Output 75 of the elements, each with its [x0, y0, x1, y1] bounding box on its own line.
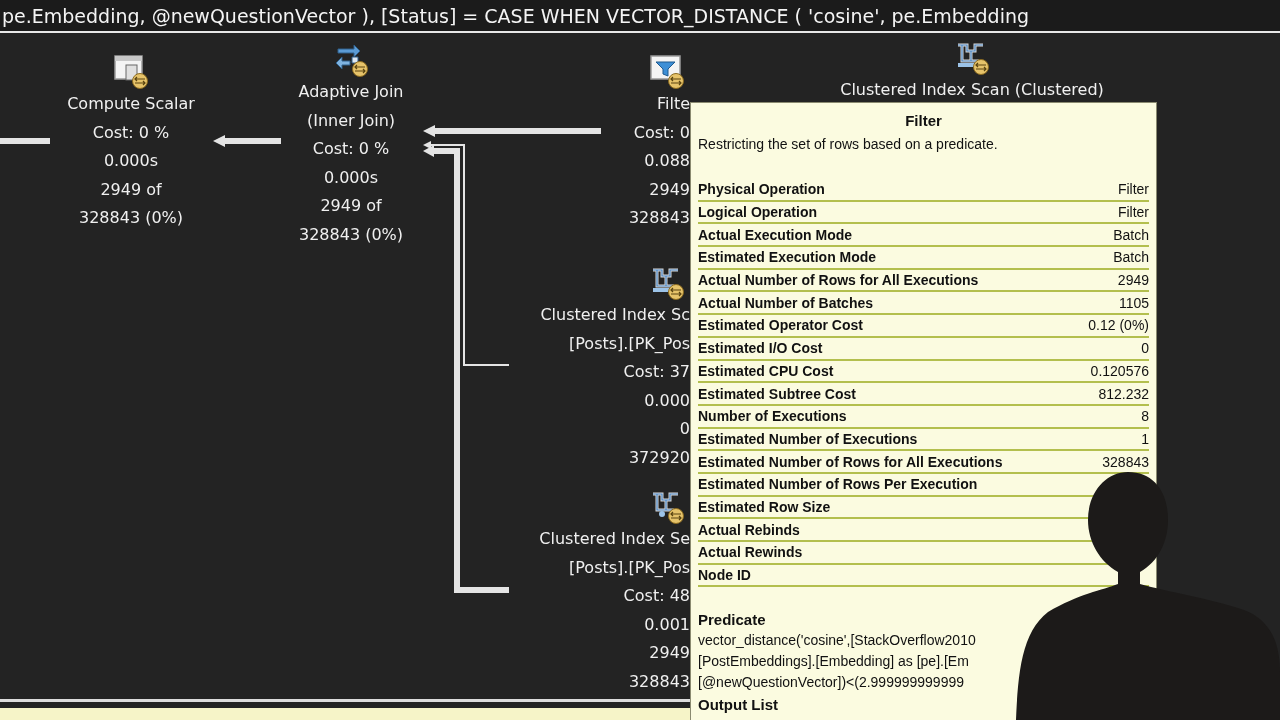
section-heading: Predicate	[698, 610, 766, 631]
plan-node-text: 328843	[628, 207, 690, 229]
plan-node-text: 0	[679, 418, 690, 440]
plan-node-text: 0.000	[644, 389, 690, 412]
connector-arrow	[213, 134, 281, 148]
plan-node-text: Clustered Index Se	[539, 528, 690, 550]
plan-node-text: Cost: 0	[633, 121, 690, 144]
predicate-text: vector_distance('cosine',[StackOverflow2010	[698, 631, 976, 651]
property-label: Actual Number of Batches	[698, 294, 874, 311]
property-value: 0.120576	[1090, 362, 1149, 379]
property-label: Physical Operation	[698, 181, 825, 198]
plan-node-text: Clustered Index Scan (Clustered)	[840, 79, 1104, 101]
join-arrows-icon	[334, 43, 368, 77]
plan-node-text: Compute Scalar	[67, 93, 195, 115]
plan-node-text: 0.088	[644, 150, 690, 172]
plan-node-text: (Inner Join)	[306, 109, 396, 132]
property-label: Actual Execution Mode	[698, 226, 853, 243]
property-label: Estimated Subtree Cost	[698, 385, 856, 402]
property-label: Actual Number of Rows for All Executions	[698, 272, 979, 289]
property-label: Estimated Execution Mode	[698, 249, 877, 266]
plan-node-text: 0.001	[644, 613, 690, 636]
property-label: Number of Executions	[698, 408, 847, 425]
property-value: 8	[1141, 408, 1149, 425]
query-text: pe.Embedding, @newQuestionVector ), [Status] = CASE WHEN VECTOR_DISTANCE ( 'cosine', pe.Embedding	[1, 4, 1030, 27]
plan-node-text: Cost: 0 %	[92, 121, 170, 144]
plan-node-text: 0.000s	[323, 166, 379, 189]
property-value: 0.12 (0%)	[1088, 317, 1149, 334]
plan-node-text: 2949	[649, 178, 690, 201]
property-label: Actual Rebinds	[698, 521, 800, 538]
plan-node-text: 2949	[649, 642, 690, 664]
funnel-icon	[650, 55, 684, 89]
property-value: 328843	[1102, 453, 1149, 470]
plan-node-text: 372920	[628, 446, 690, 469]
property-value: Filter	[1117, 181, 1149, 198]
property-label: Estimated Row Size	[698, 498, 831, 515]
tooltip-description: Restricting the set of rows based on a predicate.	[698, 135, 998, 154]
plan-node-text: [Posts].[PK_Pos	[569, 556, 690, 579]
property-label: Estimated Number of Rows Per Execution	[698, 476, 978, 493]
plan-node-text: Cost: 37	[623, 361, 690, 383]
property-label: Logical Operation	[698, 204, 817, 221]
property-value: Batch	[1113, 226, 1149, 243]
tooltip-title: Filter	[905, 111, 942, 131]
plan-node-text: 328843 (0%)	[299, 223, 403, 246]
plan-node-text: Clustered Index Sc	[540, 304, 690, 326]
property-value: 2949	[1117, 272, 1149, 289]
plan-node-text: Cost: 0 %	[312, 138, 390, 160]
property-label: Estimated Operator Cost	[698, 317, 863, 334]
plan-node-text: Cost: 48	[623, 585, 690, 607]
index-tree-icon	[650, 490, 684, 524]
property-value: 812.232	[1098, 385, 1149, 402]
plan-node-text: Adaptive Join	[298, 81, 404, 103]
predicate-text: [@newQuestionVector])<(2.999999999999	[698, 673, 964, 693]
plan-node-text: 328843 (0%)	[79, 207, 183, 229]
plan-node-text: 2949 of	[320, 195, 382, 217]
index-tree-icon	[955, 41, 989, 75]
property-value: 1105	[1118, 294, 1149, 311]
property-value: 0	[1141, 340, 1149, 357]
property-label: Estimated Number of Rows for All Executions	[698, 453, 1003, 470]
property-label: Node ID	[698, 567, 751, 584]
index-tree-icon	[650, 266, 684, 300]
property-label: Estimated I/O Cost	[698, 340, 823, 357]
calculator-window-icon	[114, 55, 148, 89]
property-value: Batch	[1113, 249, 1149, 266]
plan-node-text: 328843	[628, 670, 690, 693]
plan-node-text: Filte	[656, 93, 690, 115]
property-label: Actual Rewinds	[698, 544, 803, 561]
plan-node-text: [Posts].[PK_Pos	[569, 332, 690, 355]
plan-node-text: 0.000s	[103, 150, 159, 172]
section-heading: Output List	[698, 695, 778, 716]
property-label: Estimated CPU Cost	[698, 362, 834, 379]
property-value: 1	[1141, 430, 1149, 447]
property-value: Filter	[1117, 204, 1149, 221]
property-label: Estimated Number of Executions	[698, 430, 918, 447]
plan-node-text: 2949 of	[100, 178, 162, 201]
predicate-text: [PostEmbeddings].[Embedding] as [pe].[Em	[698, 652, 969, 672]
